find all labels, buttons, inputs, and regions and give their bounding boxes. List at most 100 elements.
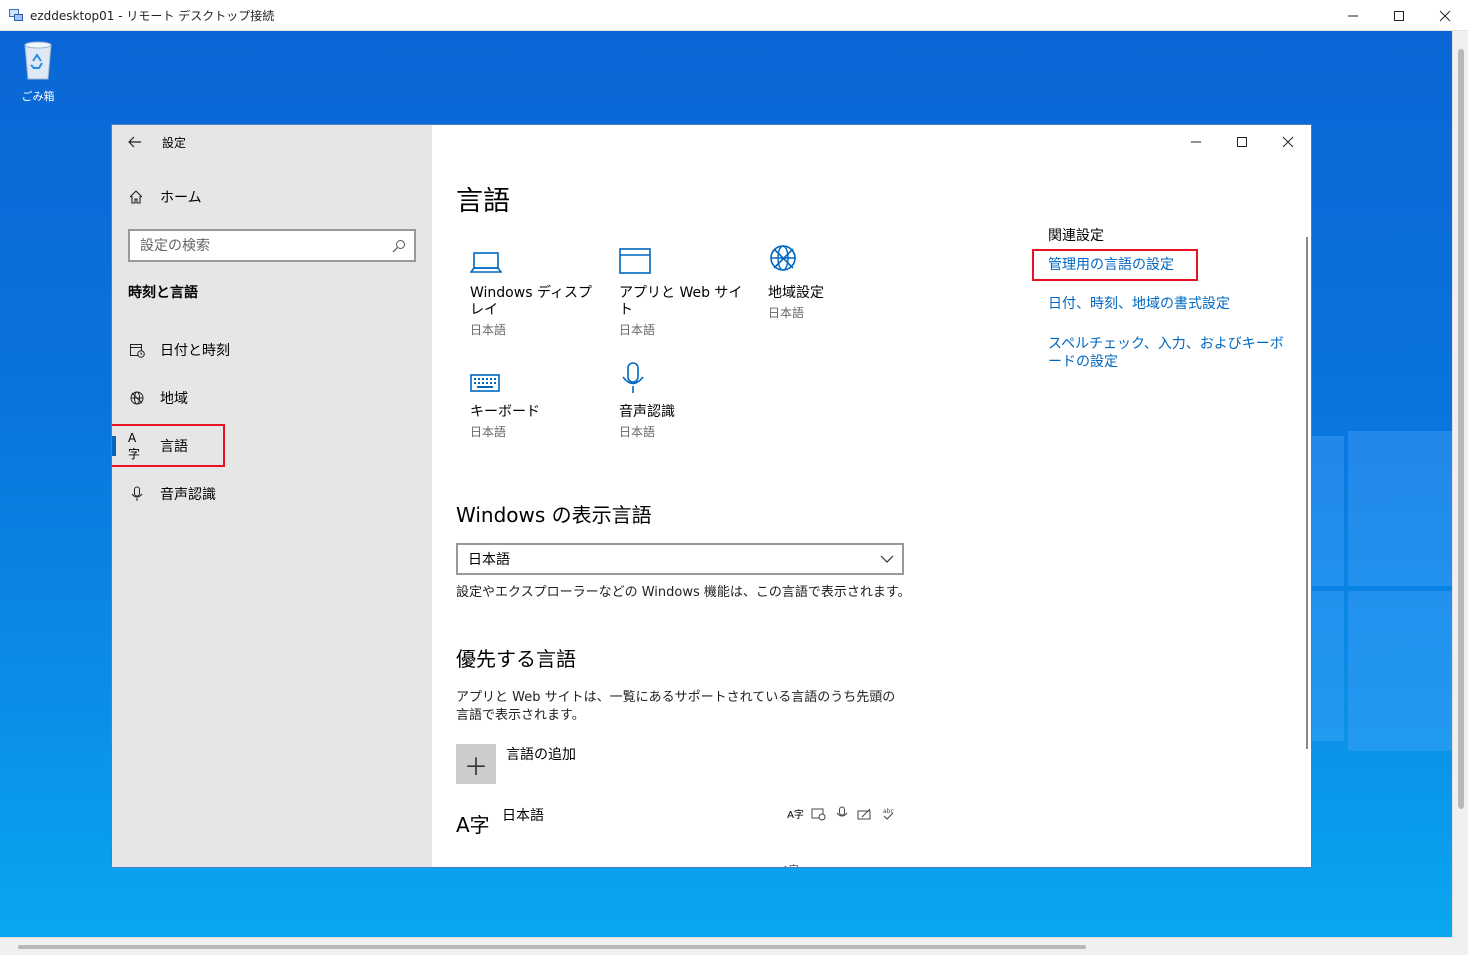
minimize-icon	[1348, 15, 1358, 16]
plus-icon: ＋	[456, 744, 496, 784]
home-icon	[129, 190, 143, 204]
microphone-icon	[619, 354, 749, 394]
windows-logo-pane	[1312, 436, 1344, 586]
page-title: 言語	[456, 186, 510, 217]
rdp-maximize-button[interactable]	[1376, 0, 1422, 31]
remote-desktop-icon	[9, 9, 23, 21]
windows-logo-pane	[1348, 591, 1452, 751]
preferred-languages-heading: 優先する言語	[456, 647, 576, 671]
tile-windows-display[interactable]: Windows ディスプレイ 日本語	[470, 235, 600, 338]
maximize-icon	[1237, 137, 1247, 147]
preferred-languages-description: アプリと Web サイトは、一覧にあるサポートされている言語のうち先頭の言語で表…	[456, 690, 896, 723]
display-language-description: 設定やエクスプローラーなどの Windows 機能は、この言語で表示されます。	[456, 585, 911, 600]
display-language-feature-icon: A字	[782, 861, 799, 867]
windows-logo-pane	[1348, 431, 1452, 586]
tile-sublabel: 日本語	[470, 323, 507, 337]
settings-titlebar: 設定	[112, 125, 432, 159]
recycle-bin-label: ごみ箱	[21, 90, 55, 103]
tile-sublabel: 日本語	[619, 425, 656, 439]
text-to-speech-feature-icon	[810, 805, 827, 822]
rdp-window-title: ezddesktop01 - リモート デスクトップ接続	[30, 8, 275, 23]
scrollbar-thumb[interactable]	[18, 945, 1086, 949]
settings-window: 設定 ホーム 時刻と言語 日付と時刻 地域 A字 言語	[111, 124, 1312, 868]
home-label: ホーム	[160, 190, 202, 206]
settings-main: 言語 Windows ディスプレイ 日本語 アプリと Web サイト 日本語 地…	[432, 125, 1311, 867]
laptop-icon	[470, 235, 600, 275]
tile-sublabel: 日本語	[470, 425, 507, 439]
tile-apps-websites[interactable]: アプリと Web サイト 日本語	[619, 235, 749, 338]
window-icon	[619, 235, 749, 275]
display-language-heading: Windows の表示言語	[456, 503, 652, 527]
sidebar-item-label: 地域	[160, 391, 188, 407]
tile-label: Windows ディスプレイ	[470, 285, 592, 318]
rdp-minimize-button[interactable]	[1330, 0, 1376, 31]
section-title: 時刻と言語	[128, 285, 198, 301]
display-language-feature-icon: A字	[787, 810, 804, 821]
language-list-item[interactable]: A字 日本語 A字 abc	[456, 805, 896, 845]
language-features: A字 abc	[787, 805, 896, 822]
settings-search-box[interactable]	[128, 229, 416, 262]
back-button[interactable]	[112, 125, 158, 159]
back-arrow-icon	[128, 136, 141, 148]
keyboard-icon	[470, 354, 600, 394]
minimize-button[interactable]	[1173, 125, 1219, 159]
content-scrollbar[interactable]	[1306, 237, 1308, 749]
speech-feature-icon	[833, 805, 850, 822]
tile-label: キーボード	[470, 404, 540, 420]
settings-title: 設定	[162, 135, 187, 150]
language-glyph-icon: A字	[456, 813, 490, 837]
display-language-dropdown[interactable]: 日本語	[456, 543, 904, 575]
rdp-titlebar: ezddesktop01 - リモート デスクトップ接続	[0, 0, 1468, 31]
tile-sublabel: 日本語	[619, 323, 656, 337]
tile-regional-settings[interactable]: 地域設定 日本語	[768, 235, 898, 321]
tile-label: アプリと Web サイト	[619, 285, 743, 318]
partial-language-features: A字	[782, 861, 799, 867]
highlight-box	[1032, 249, 1198, 281]
tile-sublabel: 日本語	[768, 306, 805, 320]
maximize-icon	[1394, 10, 1404, 21]
scrollbar-thumb[interactable]	[1458, 49, 1464, 809]
sidebar-item-speech[interactable]: 音声認識	[112, 474, 432, 514]
calendar-clock-icon	[128, 341, 146, 359]
spellcheck-feature-icon: abc	[879, 805, 896, 822]
scrollbar-corner	[1452, 937, 1468, 955]
sidebar-item-label: 日付と時刻	[160, 343, 230, 359]
sidebar-item-region[interactable]: 地域	[112, 378, 432, 418]
handwriting-feature-icon	[856, 805, 873, 822]
windows-logo-pane	[1312, 591, 1344, 741]
add-language-button[interactable]: ＋ 言語の追加	[456, 744, 576, 784]
tile-keyboard[interactable]: キーボード 日本語	[470, 354, 600, 440]
settings-window-controls	[1173, 125, 1311, 159]
language-name: 日本語	[502, 808, 544, 824]
tile-label: 音声認識	[619, 404, 675, 420]
add-language-label: 言語の追加	[506, 747, 576, 763]
search-icon[interactable]	[384, 239, 414, 253]
close-button[interactable]	[1265, 125, 1311, 159]
tile-label: 地域設定	[768, 285, 824, 301]
rdp-close-button[interactable]	[1422, 0, 1468, 31]
spelling-typing-keyboard-link[interactable]: スペルチェック、入力、およびキーボードの設定	[1048, 335, 1288, 371]
related-settings: 関連設定 管理用の言語の設定 日付、時刻、地域の書式設定 スペルチェック、入力、…	[1048, 225, 1298, 371]
minimize-icon	[1191, 141, 1201, 143]
recycle-bin[interactable]: ごみ箱	[14, 39, 62, 104]
globe-icon	[128, 389, 146, 407]
close-icon	[1282, 136, 1294, 148]
rdp-vertical-scrollbar[interactable]	[1452, 31, 1468, 937]
tile-speech[interactable]: 音声認識 日本語	[619, 354, 749, 440]
close-icon	[1439, 10, 1451, 21]
sidebar-item-label: 音声認識	[160, 487, 216, 503]
microphone-icon	[128, 485, 146, 503]
rdp-horizontal-scrollbar[interactable]	[0, 937, 1452, 955]
related-settings-heading: 関連設定	[1048, 228, 1104, 244]
globe-icon	[768, 235, 898, 275]
home-nav-item[interactable]: ホーム	[128, 187, 202, 207]
date-time-region-format-link[interactable]: 日付、時刻、地域の書式設定	[1048, 295, 1298, 313]
settings-sidebar: 設定 ホーム 時刻と言語 日付と時刻 地域 A字 言語	[112, 125, 432, 867]
highlight-box	[112, 424, 225, 467]
search-input[interactable]	[140, 237, 384, 254]
maximize-button[interactable]	[1219, 125, 1265, 159]
recycle-bin-icon	[24, 41, 52, 80]
chevron-down-icon	[880, 555, 894, 563]
sidebar-item-date-time[interactable]: 日付と時刻	[112, 330, 432, 370]
dropdown-value: 日本語	[468, 552, 510, 568]
